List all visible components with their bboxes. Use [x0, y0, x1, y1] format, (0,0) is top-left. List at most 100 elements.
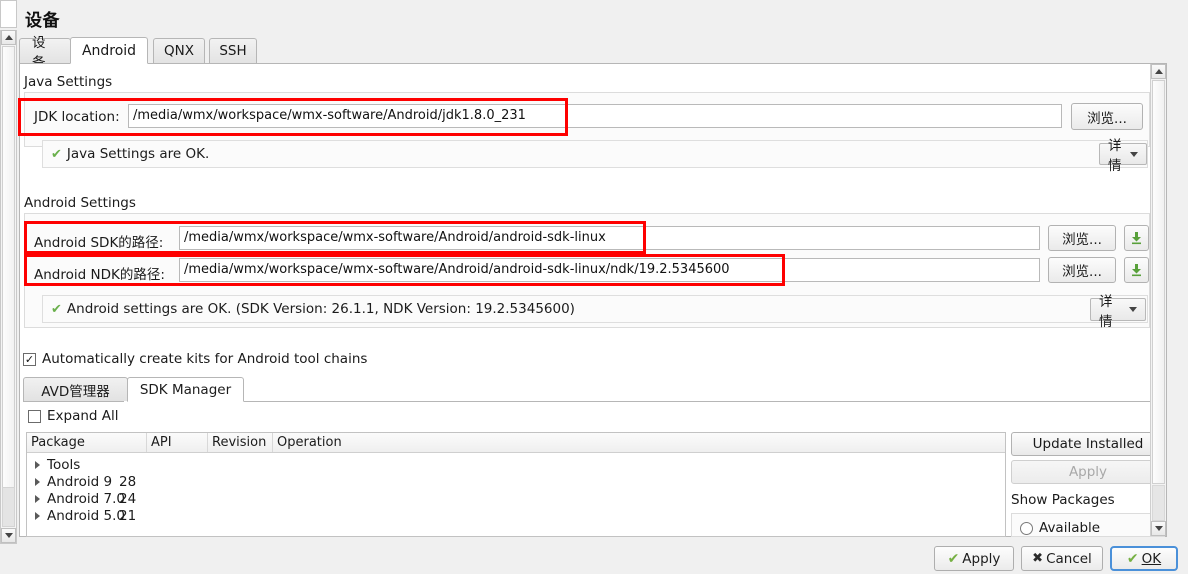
android-sdk-path-label: Android SDK的路径: — [34, 235, 164, 251]
android-sdk-path-input[interactable]: /media/wmx/workspace/wmx-software/Androi… — [179, 226, 1040, 250]
download-icon — [1132, 232, 1141, 245]
column-header-revision[interactable]: Revision — [208, 433, 273, 452]
auto-create-kits-checkbox[interactable]: ✓ Automatically create kits for Android … — [23, 351, 367, 367]
check-icon: ✔ — [51, 301, 62, 317]
ok-label: OK — [1141, 550, 1162, 567]
chevron-up-icon — [1154, 69, 1163, 74]
tab-sdk-manager[interactable]: SDK Manager — [127, 377, 244, 402]
package-name: Android 7.0 — [47, 490, 125, 507]
scroll-up-button[interactable] — [1151, 64, 1166, 79]
android-ndk-path-input[interactable]: /media/wmx/workspace/wmx-software/Androi… — [179, 258, 1040, 282]
android-ndk-path-label: Android NDK的路径: — [34, 267, 165, 283]
tab-label: Android — [81, 42, 137, 59]
apply-packages-button[interactable]: Apply — [1011, 460, 1165, 484]
detail-label: 详情 — [1099, 293, 1113, 330]
java-settings-section-label: Java Settings — [24, 74, 113, 90]
expand-all-checkbox[interactable]: Expand All — [28, 408, 119, 424]
check-icon: ✔ — [1126, 550, 1139, 567]
checkbox-box[interactable] — [28, 409, 41, 423]
android-ndk-download-button[interactable] — [1124, 257, 1149, 283]
page-title: 设备 — [25, 11, 60, 31]
android-ndk-browse-button[interactable]: 浏览... — [1048, 257, 1116, 283]
available-radio[interactable]: Available — [1020, 519, 1100, 537]
browse-label: 浏览... — [1087, 110, 1127, 127]
tab-android[interactable]: Android — [70, 37, 148, 64]
scrollbar-track-lower-left[interactable] — [2, 487, 15, 527]
settings-dialog: 设备 设备 Android QNX SSH Java Settings JDK … — [0, 0, 1188, 574]
scrollbar-thumb-left[interactable] — [2, 46, 15, 489]
android-settings-section-label: Android Settings — [24, 195, 136, 211]
browse-label: 浏览... — [1062, 264, 1102, 280]
apply-button[interactable]: ✔ Apply — [934, 546, 1014, 571]
apply-label: Apply — [1068, 464, 1108, 480]
dialog-button-bar: https://blog.csdn.net/wangmx1993328 ✔ Ap… — [0, 544, 1188, 574]
android-sdk-download-button[interactable] — [1124, 225, 1149, 251]
android-detail-button[interactable]: 详情 — [1090, 294, 1146, 330]
tab-label: QNX — [164, 43, 194, 59]
check-icon: ✔ — [51, 146, 62, 162]
update-installed-label: Update Installed — [1032, 436, 1144, 452]
cancel-label: Cancel — [1046, 550, 1092, 567]
column-header-operation[interactable]: Operation — [273, 433, 1005, 452]
checkbox-box[interactable]: ✓ — [23, 352, 36, 366]
android-status-bar: ✔ Android settings are OK. (SDK Version:… — [42, 295, 1148, 323]
browse-label: 浏览... — [1062, 232, 1102, 248]
tab-label: SDK Manager — [139, 381, 232, 398]
tab-ssh[interactable]: SSH — [209, 38, 257, 64]
tab-label: AVD管理器 — [41, 383, 110, 400]
package-api: 21 — [119, 507, 137, 524]
download-icon — [1132, 264, 1141, 277]
scroll-down-button-left[interactable] — [1, 528, 16, 543]
chevron-up-icon — [4, 35, 13, 40]
package-api: 24 — [119, 490, 137, 507]
table-row[interactable]: Android 5.0 21 — [27, 507, 1005, 524]
jdk-location-input[interactable]: /media/wmx/workspace/wmx-software/Androi… — [128, 104, 1062, 128]
chevron-right-icon[interactable] — [27, 477, 47, 486]
panel-vertical-scrollbar[interactable] — [1150, 64, 1166, 536]
expand-all-label: Expand All — [47, 408, 119, 424]
java-status-bar: ✔ Java Settings are OK. — [42, 140, 1148, 168]
column-header-api[interactable]: API — [147, 433, 208, 452]
apply-label: Apply — [962, 550, 1001, 567]
check-icon: ✔ — [947, 550, 960, 567]
available-label: Available — [1039, 520, 1101, 536]
cancel-button[interactable]: ✖ Cancel — [1021, 546, 1103, 571]
ok-button[interactable]: ✔ OK — [1110, 546, 1178, 571]
table-row[interactable]: Android 9 28 — [27, 473, 1005, 490]
auto-create-kits-label: Automatically create kits for Android to… — [42, 351, 368, 367]
package-api: 28 — [119, 473, 137, 490]
window-corner-box — [0, 0, 17, 28]
package-table[interactable]: Package API Revision Operation Tools And… — [26, 432, 1006, 537]
package-name: Android 5.0 — [47, 507, 125, 524]
update-installed-button[interactable]: Update Installed — [1011, 432, 1165, 456]
chevron-right-icon[interactable] — [27, 511, 47, 520]
show-packages-label: Show Packages — [1011, 492, 1115, 508]
table-row[interactable]: Android 7.0 24 — [27, 490, 1005, 507]
cancel-icon: ✖ — [1032, 551, 1044, 566]
tab-qnx[interactable]: QNX — [153, 38, 205, 64]
tab-avd-manager[interactable]: AVD管理器 — [23, 377, 128, 402]
table-row[interactable]: Tools — [27, 456, 1005, 473]
android-sdk-browse-button[interactable]: 浏览... — [1048, 225, 1116, 251]
jdk-location-label: JDK location: — [34, 109, 120, 125]
scrollbar-thumb[interactable] — [1152, 80, 1165, 484]
chevron-down-icon — [4, 533, 13, 538]
jdk-browse-button[interactable]: 浏览... — [1071, 103, 1143, 130]
detail-label: 详情 — [1108, 138, 1122, 174]
chevron-right-icon[interactable] — [27, 494, 47, 503]
scrollbar-track-lower[interactable] — [1152, 485, 1165, 521]
radio-button-circle[interactable] — [1020, 521, 1033, 535]
java-detail-button[interactable]: 详情 — [1099, 138, 1147, 174]
chevron-down-icon — [1129, 307, 1137, 312]
package-table-header: Package API Revision Operation — [27, 433, 1005, 453]
scroll-down-button[interactable] — [1151, 521, 1166, 536]
main-tabstrip: 设备 Android QNX SSH — [19, 35, 1167, 71]
scroll-up-button-left[interactable] — [1, 30, 16, 45]
package-table-body: Tools Android 9 28 Android 7.0 24 Androi… — [27, 453, 1005, 524]
package-name: Android 9 — [47, 473, 113, 490]
tab-devices[interactable]: 设备 — [19, 35, 71, 71]
outer-vertical-scrollbar-left[interactable] — [0, 30, 17, 544]
column-header-package[interactable]: Package — [27, 433, 147, 452]
android-status-text: Android settings are OK. (SDK Version: 2… — [66, 301, 575, 317]
chevron-right-icon[interactable] — [27, 460, 47, 469]
